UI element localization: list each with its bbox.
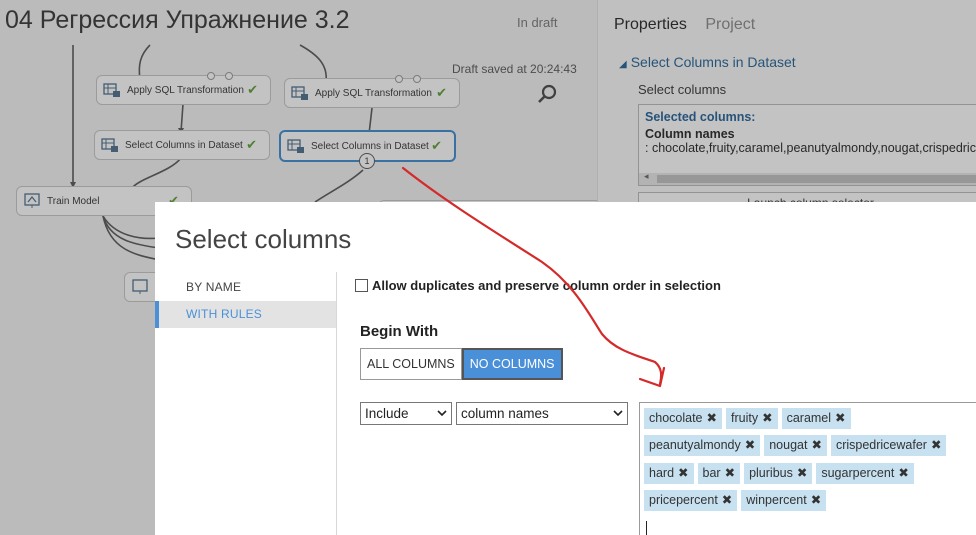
allow-duplicates-label: Allow duplicates and preserve column ord… [372,278,721,293]
all-columns-button[interactable]: ALL COLUMNS [360,348,462,380]
column-tag: sugarpercent ✖ [816,462,914,484]
remove-tag-icon[interactable]: ✖ [835,411,845,425]
allow-duplicates-checkbox[interactable] [355,279,368,292]
column-tag: pluribus ✖ [744,462,813,484]
tag-label: crispedricewafer [835,438,927,453]
remove-tag-icon[interactable]: ✖ [722,493,732,507]
begin-with-label: Begin With [360,323,439,340]
column-names-tag-input[interactable]: chocolate ✖ fruity ✖ caramel ✖ peanutyalmon… [639,402,976,535]
tag-row: pricepercent ✖ winpercent ✖ [644,489,976,517]
tag-row: chocolate ✖ fruity ✖ caramel ✖ [644,408,976,435]
tag-label: hard [649,465,675,480]
text-caret [646,521,647,535]
column-tag: nougat ✖ [764,435,827,457]
column-tag: pricepercent ✖ [644,489,738,511]
tag-label: fruity [731,411,759,425]
remove-tag-icon[interactable]: ✖ [811,438,821,452]
rule-type-select-value: column names [461,406,549,421]
column-tag: winpercent ✖ [741,489,827,511]
nav-divider [336,272,337,535]
dialog-title: Select columns [175,224,352,254]
tag-label: winpercent [746,492,807,507]
tag-label: sugarpercent [821,465,895,480]
column-tag: bar ✖ [697,462,741,484]
tag-label: bar [702,465,721,480]
remove-tag-icon[interactable]: ✖ [707,411,717,425]
remove-tag-icon[interactable]: ✖ [931,438,941,452]
include-select[interactable]: Include [360,402,452,425]
selection-mode-nav: BY NAME WITH RULES [155,274,336,328]
tag-label: pricepercent [649,492,718,507]
remove-tag-icon[interactable]: ✖ [898,466,908,480]
chevron-down-icon [613,410,623,417]
select-columns-dialog: Select columns BY NAME WITH RULES Allow … [155,202,976,535]
tag-label: caramel [786,411,832,425]
remove-tag-icon[interactable]: ✖ [678,466,688,480]
remove-tag-icon[interactable]: ✖ [811,493,821,507]
nav-with-rules[interactable]: WITH RULES [155,301,336,328]
remove-tag-icon[interactable]: ✖ [762,411,772,425]
include-select-value: Include [365,406,409,421]
remove-tag-icon[interactable]: ✖ [725,466,735,480]
tag-label: chocolate [649,411,703,425]
chevron-down-icon [437,410,447,417]
tag-label: nougat [769,438,808,453]
allow-duplicates-option[interactable]: Allow duplicates and preserve column ord… [355,278,721,293]
column-tag: caramel ✖ [781,408,851,429]
column-tag: fruity ✖ [726,408,778,429]
column-tag: crispedricewafer ✖ [830,435,947,457]
remove-tag-icon[interactable]: ✖ [745,438,755,452]
tag-label: pluribus [749,465,793,480]
tag-row: hard ✖ bar ✖ pluribus ✖ sugarpercent ✖ [644,462,976,490]
no-columns-button[interactable]: NO COLUMNS [461,348,563,380]
nav-by-name[interactable]: BY NAME [155,274,336,301]
column-tag: peanutyalmondy ✖ [644,435,761,457]
rule-type-select[interactable]: column names [456,402,628,425]
tag-row: peanutyalmondy ✖ nougat ✖ crispedricewafer… [644,435,976,462]
column-tag: hard ✖ [644,462,694,484]
column-tag: chocolate ✖ [644,408,722,429]
remove-tag-icon[interactable]: ✖ [797,466,807,480]
tag-label: peanutyalmondy [649,438,741,453]
begin-with-toggle: ALL COLUMNS NO COLUMNS [360,348,563,380]
